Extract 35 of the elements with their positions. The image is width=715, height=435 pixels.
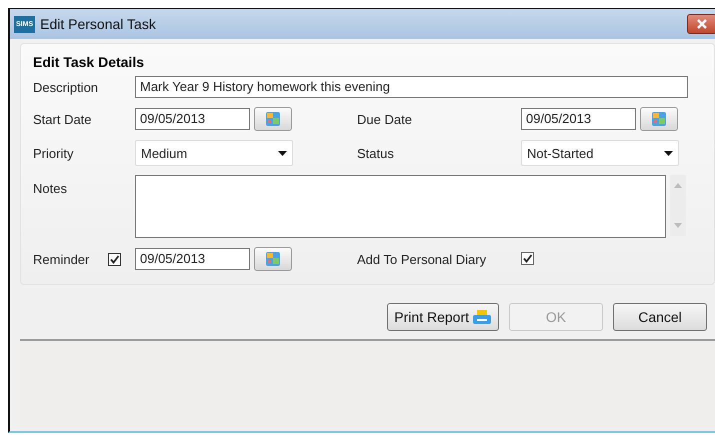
scrollbar[interactable] xyxy=(670,175,686,236)
description-field[interactable]: Mark Year 9 History homework this evening xyxy=(135,76,688,98)
field-label: Reminder xyxy=(33,252,90,266)
date-field[interactable]: 09/05/2013 xyxy=(135,108,250,130)
window-title: Edit Personal Task xyxy=(40,16,157,32)
field-label: Start Date xyxy=(33,112,93,126)
date-field[interactable]: 09/05/2013 xyxy=(521,108,636,130)
status-dropdown[interactable]: Not-Started xyxy=(521,140,679,166)
reminder-checkbox[interactable] xyxy=(108,252,122,266)
date-field[interactable]: 09/05/2013 xyxy=(135,248,250,270)
calendar-icon xyxy=(651,111,667,127)
calendar-button[interactable] xyxy=(254,247,292,271)
print-report-button[interactable]: Print Report xyxy=(387,303,499,331)
scroll-up-icon[interactable] xyxy=(674,183,682,188)
field-label: Add To Personal Diary xyxy=(357,252,488,266)
dialog-button[interactable]: Cancel xyxy=(613,303,707,331)
scroll-down-icon[interactable] xyxy=(674,223,682,228)
calendar-button[interactable] xyxy=(640,107,678,131)
field-label: Status xyxy=(357,146,395,160)
notes-field[interactable] xyxy=(135,175,666,238)
calendar-button[interactable] xyxy=(254,107,292,131)
diary-checkbox[interactable] xyxy=(521,252,534,264)
dropdown-arrow-icon xyxy=(278,150,287,156)
dropdown-arrow-icon xyxy=(664,150,673,156)
section-title: Edit Task Details xyxy=(33,53,146,72)
field-label: Notes xyxy=(33,180,68,196)
printer-icon xyxy=(472,309,492,325)
field-label: Priority xyxy=(33,146,74,160)
calendar-icon xyxy=(265,111,281,127)
field-label: Description xyxy=(33,80,100,94)
close-button[interactable] xyxy=(687,14,715,34)
close-icon xyxy=(696,19,708,29)
field-label: Due Date xyxy=(357,112,413,126)
priority-dropdown[interactable]: Medium xyxy=(135,140,293,166)
calendar-icon xyxy=(265,251,281,267)
